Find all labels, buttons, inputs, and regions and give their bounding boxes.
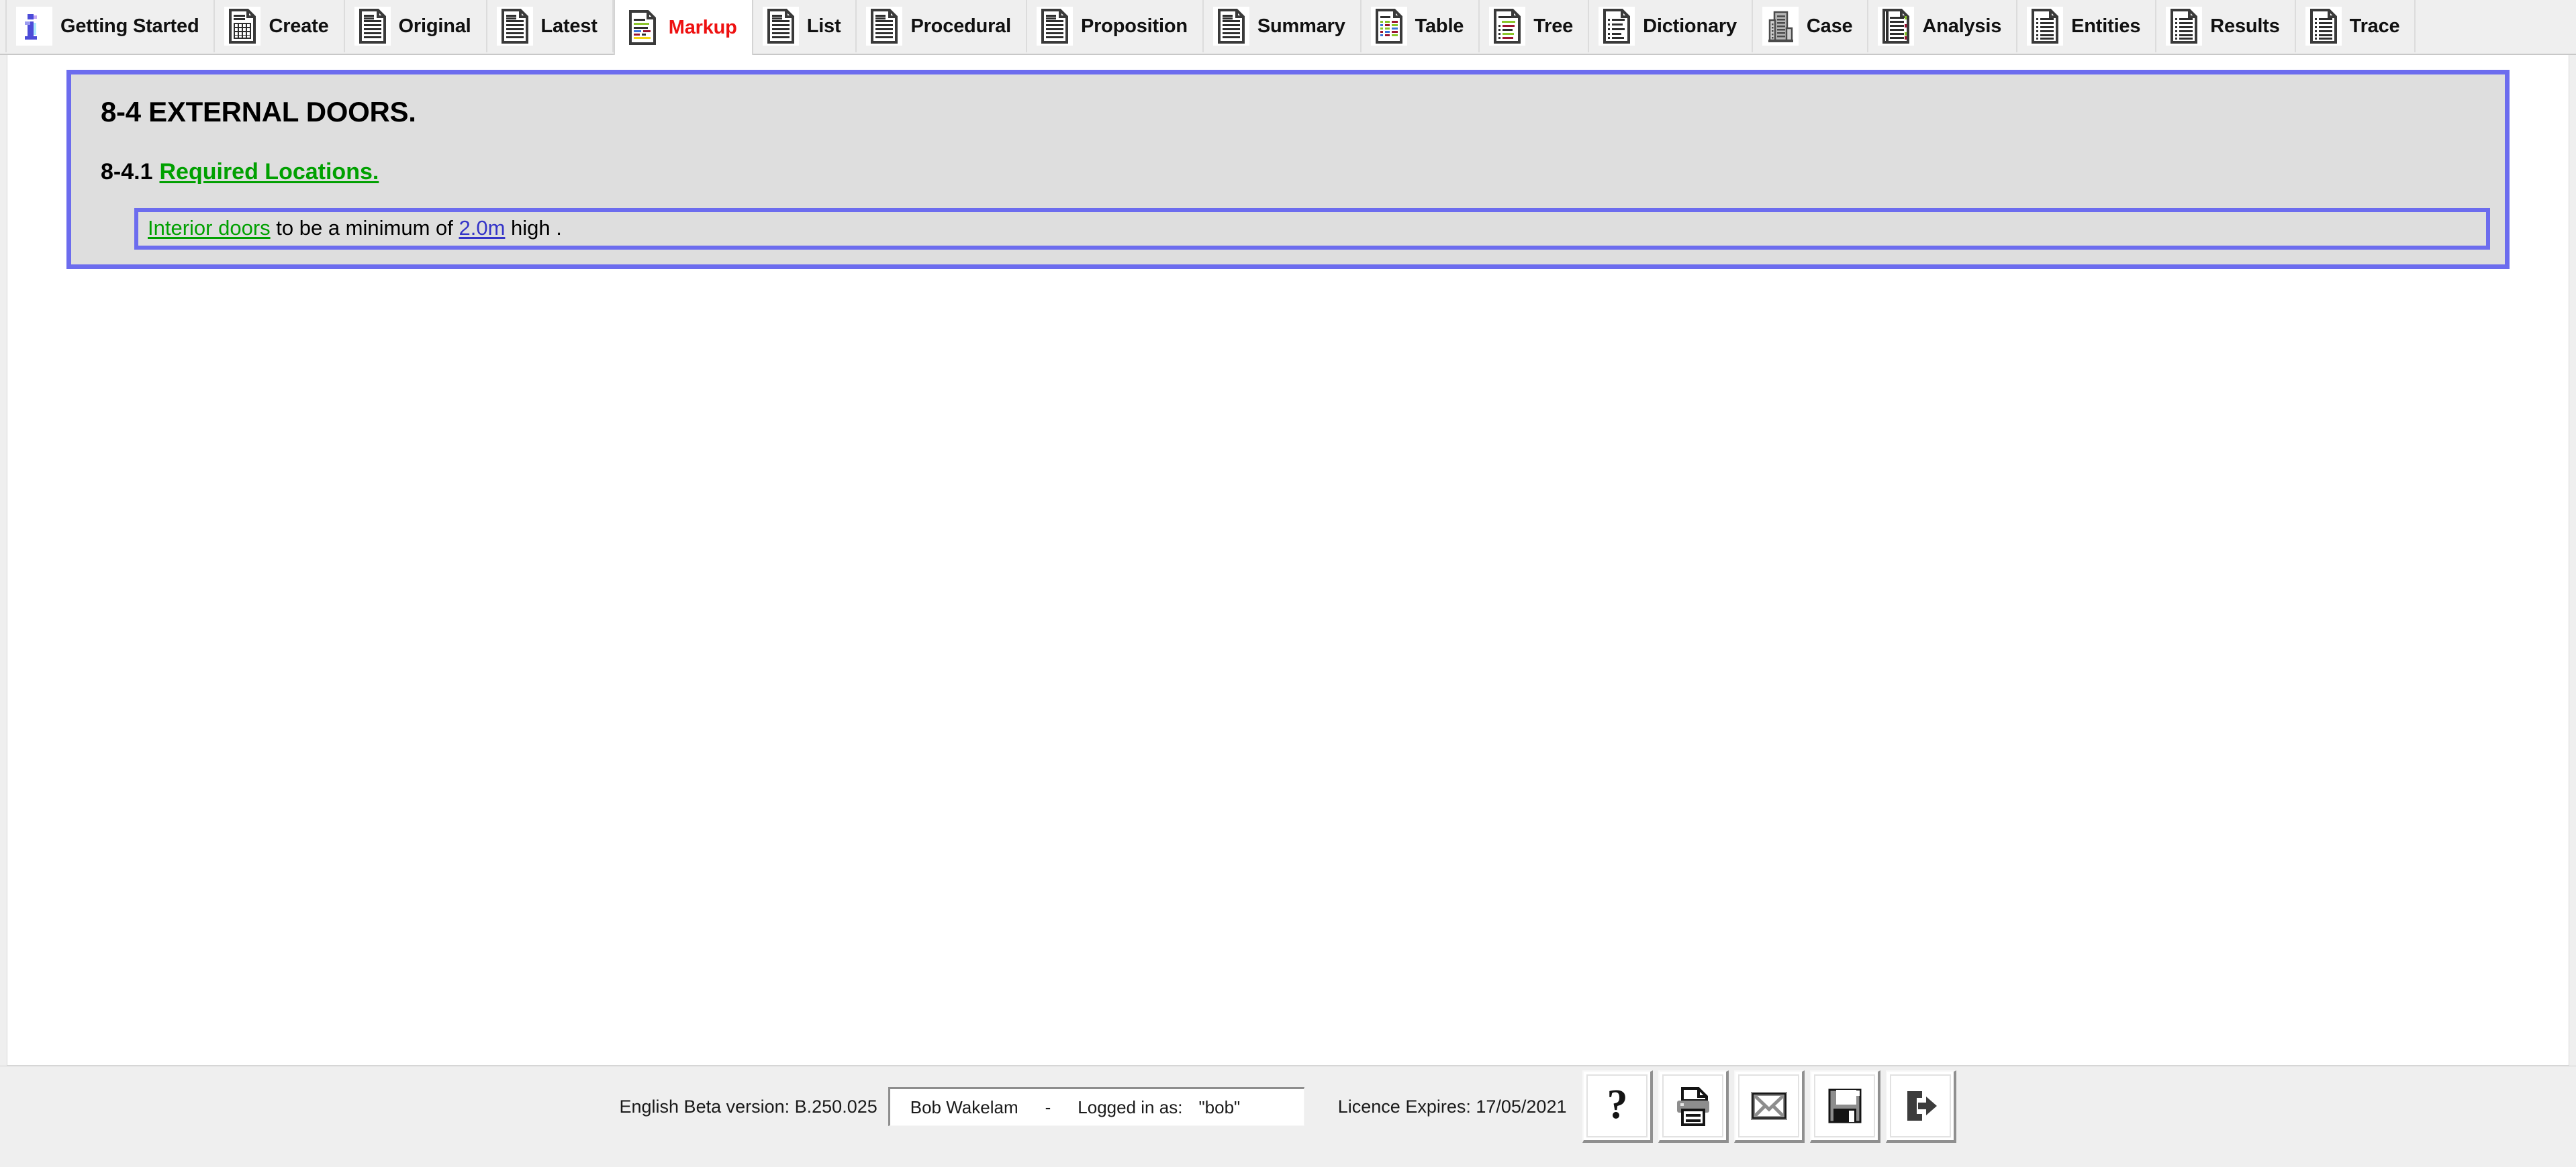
tab-label: Latest [540, 15, 598, 37]
tab-original[interactable]: Original [344, 0, 487, 52]
tab-dictionary[interactable]: Dictionary [1589, 0, 1753, 52]
doc-lines-icon [866, 7, 903, 46]
doc-lines-icon [1212, 7, 1249, 46]
clause-number: 8-4.1 [101, 159, 153, 185]
tab-label: Tree [1533, 15, 1574, 37]
tab-label: Getting Started [60, 15, 199, 37]
envelope-icon [1748, 1084, 1791, 1127]
exit-arrow-icon [1899, 1084, 1942, 1127]
licence-expiry-label: Licence Expires: 17/05/2021 [1337, 1096, 1567, 1117]
value-link-height[interactable]: 2.0m [459, 216, 505, 240]
doc-tree-icon [1489, 7, 1526, 46]
tab-label: Dictionary [1643, 15, 1737, 37]
question-mark-icon: ? [1596, 1084, 1639, 1127]
doc-lines-icon [1036, 7, 1073, 46]
email-button[interactable] [1734, 1070, 1805, 1143]
section-heading: 8-4 EXTERNAL DOORS. [101, 96, 416, 128]
floppy-disk-icon [1823, 1084, 1866, 1127]
print-button[interactable] [1658, 1070, 1729, 1143]
tab-label: Case [1806, 15, 1853, 37]
tab-summary[interactable]: Summary [1203, 0, 1362, 52]
main-tab-bar: Getting Started Create Original Latest Marku… [0, 0, 2576, 55]
tab-label: Entities [2071, 15, 2141, 37]
grid-doc-icon [224, 7, 261, 46]
doc-lines-icon [496, 7, 533, 46]
clause-heading: 8-4.1 Required Locations. [101, 159, 2490, 185]
tab-case[interactable]: Case [1752, 0, 1869, 52]
tab-tree[interactable]: Tree [1480, 0, 1590, 52]
tab-trace[interactable]: Trace [2295, 0, 2416, 52]
tab-procedural[interactable]: Procedural [857, 0, 1027, 52]
tab-create[interactable]: Create [215, 0, 345, 52]
tab-list[interactable]: List [753, 0, 857, 52]
statement-text-middle: to be a minimum of [270, 216, 459, 240]
tab-label: Original [398, 15, 471, 37]
tab-label: List [806, 15, 841, 37]
help-button[interactable]: ? [1582, 1070, 1654, 1143]
doc-analysis-icon [1878, 7, 1915, 46]
tab-results[interactable]: Results [2156, 0, 2296, 52]
save-button[interactable] [1810, 1070, 1881, 1143]
tab-label: Procedural [910, 15, 1011, 37]
info-icon [16, 7, 52, 46]
tab-label: Analysis [1922, 15, 2002, 37]
doc-dict-icon [1599, 7, 1635, 46]
tab-label: Results [2210, 15, 2280, 37]
statement-text-tail: high . [505, 216, 562, 240]
tab-entities[interactable]: Entities [2017, 0, 2157, 52]
footer-button-group: ? [1582, 1070, 1957, 1143]
logged-in-user: "bob" [1198, 1097, 1241, 1117]
tab-markup[interactable]: Markup [613, 0, 753, 55]
tab-getting-started[interactable]: Getting Started [5, 0, 216, 52]
tab-proposition[interactable]: Proposition [1027, 0, 1204, 52]
status-footer: English Beta version: B.250.025 Bob Wake… [0, 1066, 2576, 1167]
exit-button[interactable] [1886, 1070, 1957, 1143]
document-work-area: 8-4 EXTERNAL DOORS. 8-4.1 Required Locati… [7, 55, 2569, 1066]
doc-table-icon [1370, 7, 1407, 46]
tab-label: Markup [668, 16, 737, 38]
separator-dash: - [1045, 1097, 1051, 1117]
tab-analysis[interactable]: Analysis [1868, 0, 2018, 52]
markup-document-panel: 8-4 EXTERNAL DOORS. 8-4.1 Required Locati… [66, 70, 2510, 269]
logged-in-user-field[interactable]: Bob Wakelam - Logged in as: "bob" [888, 1087, 1304, 1126]
tab-label: Proposition [1080, 15, 1188, 37]
entity-link-interior-doors[interactable]: Interior doors [148, 216, 271, 240]
statement-box[interactable]: Interior doors to be a minimum of 2.0m h… [134, 208, 2490, 250]
building-icon [1762, 7, 1799, 46]
doc-list-icon [2027, 7, 2064, 46]
application-window: Getting Started Create Original Latest Marku… [0, 0, 2576, 1167]
logged-in-label: Logged in as: [1078, 1097, 1183, 1117]
version-label: English Beta version: B.250.025 [619, 1096, 877, 1117]
tab-table[interactable]: Table [1361, 0, 1480, 52]
doc-lines-icon [354, 7, 391, 46]
clause-title-link[interactable]: Required Locations. [160, 159, 379, 185]
svg-text:?: ? [1607, 1084, 1627, 1127]
doc-list-icon [2305, 7, 2342, 46]
tab-latest[interactable]: Latest [487, 0, 614, 52]
doc-lines-icon [762, 7, 799, 46]
tab-label: Create [269, 15, 329, 37]
printer-icon [1672, 1084, 1715, 1127]
tab-label: Trace [2349, 15, 2400, 37]
doc-color-icon [624, 8, 661, 47]
doc-list-icon [2166, 7, 2203, 46]
tab-label: Summary [1257, 15, 1345, 37]
user-name: Bob Wakelam [910, 1097, 1018, 1117]
tab-label: Table [1415, 15, 1464, 37]
